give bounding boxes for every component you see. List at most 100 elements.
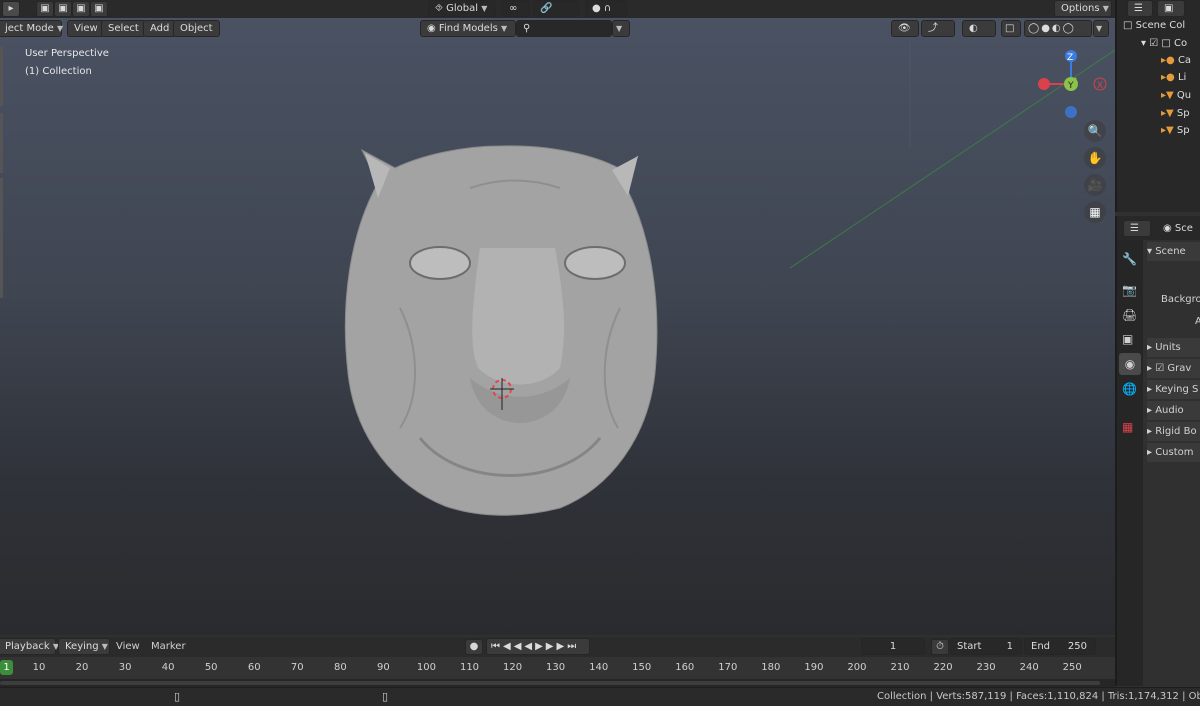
select-extend-icon[interactable]: ▣ [54,1,72,17]
mode-dropdown[interactable]: ject Mode ▼ [0,20,63,37]
shading-dropdown[interactable]: ▼ [1093,20,1109,37]
jump-end-icon[interactable]: ⏭ [567,641,579,652]
audio-panel[interactable]: ▸ Audio [1147,401,1200,420]
checkbox-icon[interactable]: ☑ [1155,363,1164,374]
keying-sets-panel[interactable]: ▸ Keying S [1147,380,1200,399]
proportional-edit-dropdown[interactable]: ● ∩ [585,0,627,17]
ruler-tick-label: 80 [333,662,347,673]
scene-section-label: Scene [1155,246,1186,257]
options-dropdown[interactable]: Options ▼ [1054,0,1112,17]
playback-label: Playback [5,641,50,652]
render-icon[interactable]: 📷 [1122,283,1137,297]
select-subtract-icon[interactable]: ▣ [72,1,90,17]
select-box-mode-icon[interactable]: ▣ [36,1,54,17]
xray-toggle-icon[interactable]: □ [1001,20,1021,37]
output-icon[interactable]: 🖨 [1122,308,1137,322]
play-icon[interactable]: ▶ [535,641,546,652]
outliner-display-mode[interactable]: ▣ [1157,0,1185,17]
start-frame-field[interactable]: Start 1 [950,638,1022,655]
snap-dropdown[interactable]: 🔗 [533,0,579,17]
timeline-ruler[interactable]: 1 10 20 30 40 50 60 70 80 90 100 110 120 130 140 150 16… [0,657,1115,679]
current-frame-field[interactable]: 1 [861,638,925,655]
tiger-head-model[interactable] [344,145,658,516]
gravity-panel[interactable]: ▸ ☑ Grav [1147,359,1200,378]
end-frame-field[interactable]: End 250 [1024,638,1096,655]
properties-tabs: 🔧 📷 🖨 ▣ ◉ 🌐 ▦ [1117,240,1143,686]
top-toolbar: ▸ ▣ ▣ ▣ ▣ ⯑ Global ▼ ∞ 🔗 ● ∩ Options ▼ [0,0,1115,18]
timeline-scrollbar[interactable] [0,679,1115,687]
record-icon[interactable]: ● [465,639,483,655]
find-models-dropdown[interactable]: ◉ Find Models ▼ [420,20,516,37]
outliner-item[interactable]: ▸● Li [1161,72,1186,83]
current-frame-indicator[interactable]: 1 [0,660,13,675]
select-tool-icon[interactable]: ▸ [2,1,20,17]
scrollbar-thumb[interactable] [0,681,1100,685]
object-menu[interactable]: Object [173,20,220,37]
select-menu[interactable]: Select [101,20,146,37]
pivot-dropdown[interactable]: ∞ [502,0,530,17]
active-collection-label: (1) Collection [25,66,92,77]
tool-settings-icon[interactable]: 🔧 [1122,252,1137,266]
gizmo-x-label: X [1097,81,1103,91]
custom-properties-panel[interactable]: ▸ Custom [1147,443,1200,462]
marker-menu[interactable]: Marker [151,641,186,652]
stopwatch-icon[interactable]: ⏱ [931,639,949,655]
gizmo-x-neg-handle[interactable] [1038,78,1050,90]
view-layer-icon[interactable]: ▣ [1122,332,1133,346]
mode-label: ject Mode [5,23,54,34]
checkbox-icon[interactable]: ☑ [1149,38,1158,49]
outliner-editor-type[interactable]: ☰ [1127,0,1153,17]
gizmo-z-neg-handle[interactable] [1065,106,1077,118]
playback-controls[interactable]: ⏮◀◀◀▶▶▶⏭ [486,638,590,655]
ruler-tick-label: 150 [632,662,652,673]
light-icon: ▸● [1161,72,1175,83]
next-keyframe-icon[interactable]: ▶▶ [546,641,567,652]
visibility-dropdown[interactable]: 👁 [891,20,919,37]
keying-menu[interactable]: Keying ▼ [58,638,110,655]
transform-orientation-dropdown[interactable]: ⯑ Global ▼ [428,0,496,17]
toolbar-edge[interactable] [0,178,3,298]
play-reverse-icon[interactable]: ◀ [524,641,535,652]
shading-mode-buttons[interactable]: ◯●◐◯ [1024,20,1092,37]
mouse-left-icon: ▯ [174,690,181,703]
outliner-item-label: Sp [1176,125,1190,136]
jump-start-icon[interactable]: ⏮ [491,641,503,652]
search-dropdown[interactable]: ▼ [612,20,630,37]
camera-view-icon[interactable]: 🎥 [1084,174,1106,196]
toolbar-edge[interactable] [0,113,3,173]
select-invert-icon[interactable]: ▣ [90,1,108,17]
zoom-icon[interactable]: 🔍 [1084,120,1106,142]
gizmo-toggle[interactable]: ⤴ [921,20,955,37]
outliner-item[interactable]: ▸▼ Sp [1161,125,1190,136]
playback-menu[interactable]: Playback ▼ [0,638,59,655]
add-menu[interactable]: Add [143,20,177,37]
chevron-down-icon: ▼ [616,24,623,33]
world-icon[interactable]: 🌐 [1122,382,1137,396]
prev-keyframe-icon[interactable]: ◀◀ [503,641,524,652]
outliner-item[interactable]: ▸▼ Sp [1161,108,1190,119]
outliner-item[interactable]: ▸● Ca [1161,55,1191,66]
pan-hand-icon[interactable]: ✋ [1084,147,1106,169]
outliner-item[interactable]: ▸▼ Qu [1161,90,1191,101]
outliner-item-label: Sp [1176,108,1190,119]
3d-viewport[interactable]: Z Y X User Perspective (1) Collection 🔍 … [0,18,1115,635]
chevron-down-icon: ▼ [101,642,108,651]
units-panel[interactable]: ▸ Units [1147,338,1200,357]
outliner-scene-collection[interactable]: □ Scene Col [1123,20,1185,31]
scene-section-header[interactable]: ▾ Scene [1147,242,1200,261]
find-models-label: Find Models [438,23,498,34]
timeline-view-menu[interactable]: View [116,641,140,652]
rigid-body-panel[interactable]: ▸ Rigid Bo [1147,422,1200,441]
outliner-collection-row[interactable]: ▾ ☑ □ Co [1141,38,1187,49]
view-menu[interactable]: View [67,20,105,37]
ruler-tick-label: 250 [1062,662,1082,673]
texture-checker-icon[interactable]: ▦ [1122,420,1133,434]
properties-editor-type[interactable]: ☰ [1123,220,1151,237]
model-search-input[interactable]: ⚲ [516,20,612,37]
overlays-toggle[interactable]: ◐ [962,20,996,37]
ruler-tick-label: 40 [161,662,175,673]
ortho-grid-icon[interactable]: ▦ [1084,201,1106,223]
navigation-gizmo[interactable]: Z Y X [1038,50,1107,118]
scene-properties-icon[interactable]: ◉ [1119,353,1141,375]
toolbar-edge[interactable] [0,46,3,106]
